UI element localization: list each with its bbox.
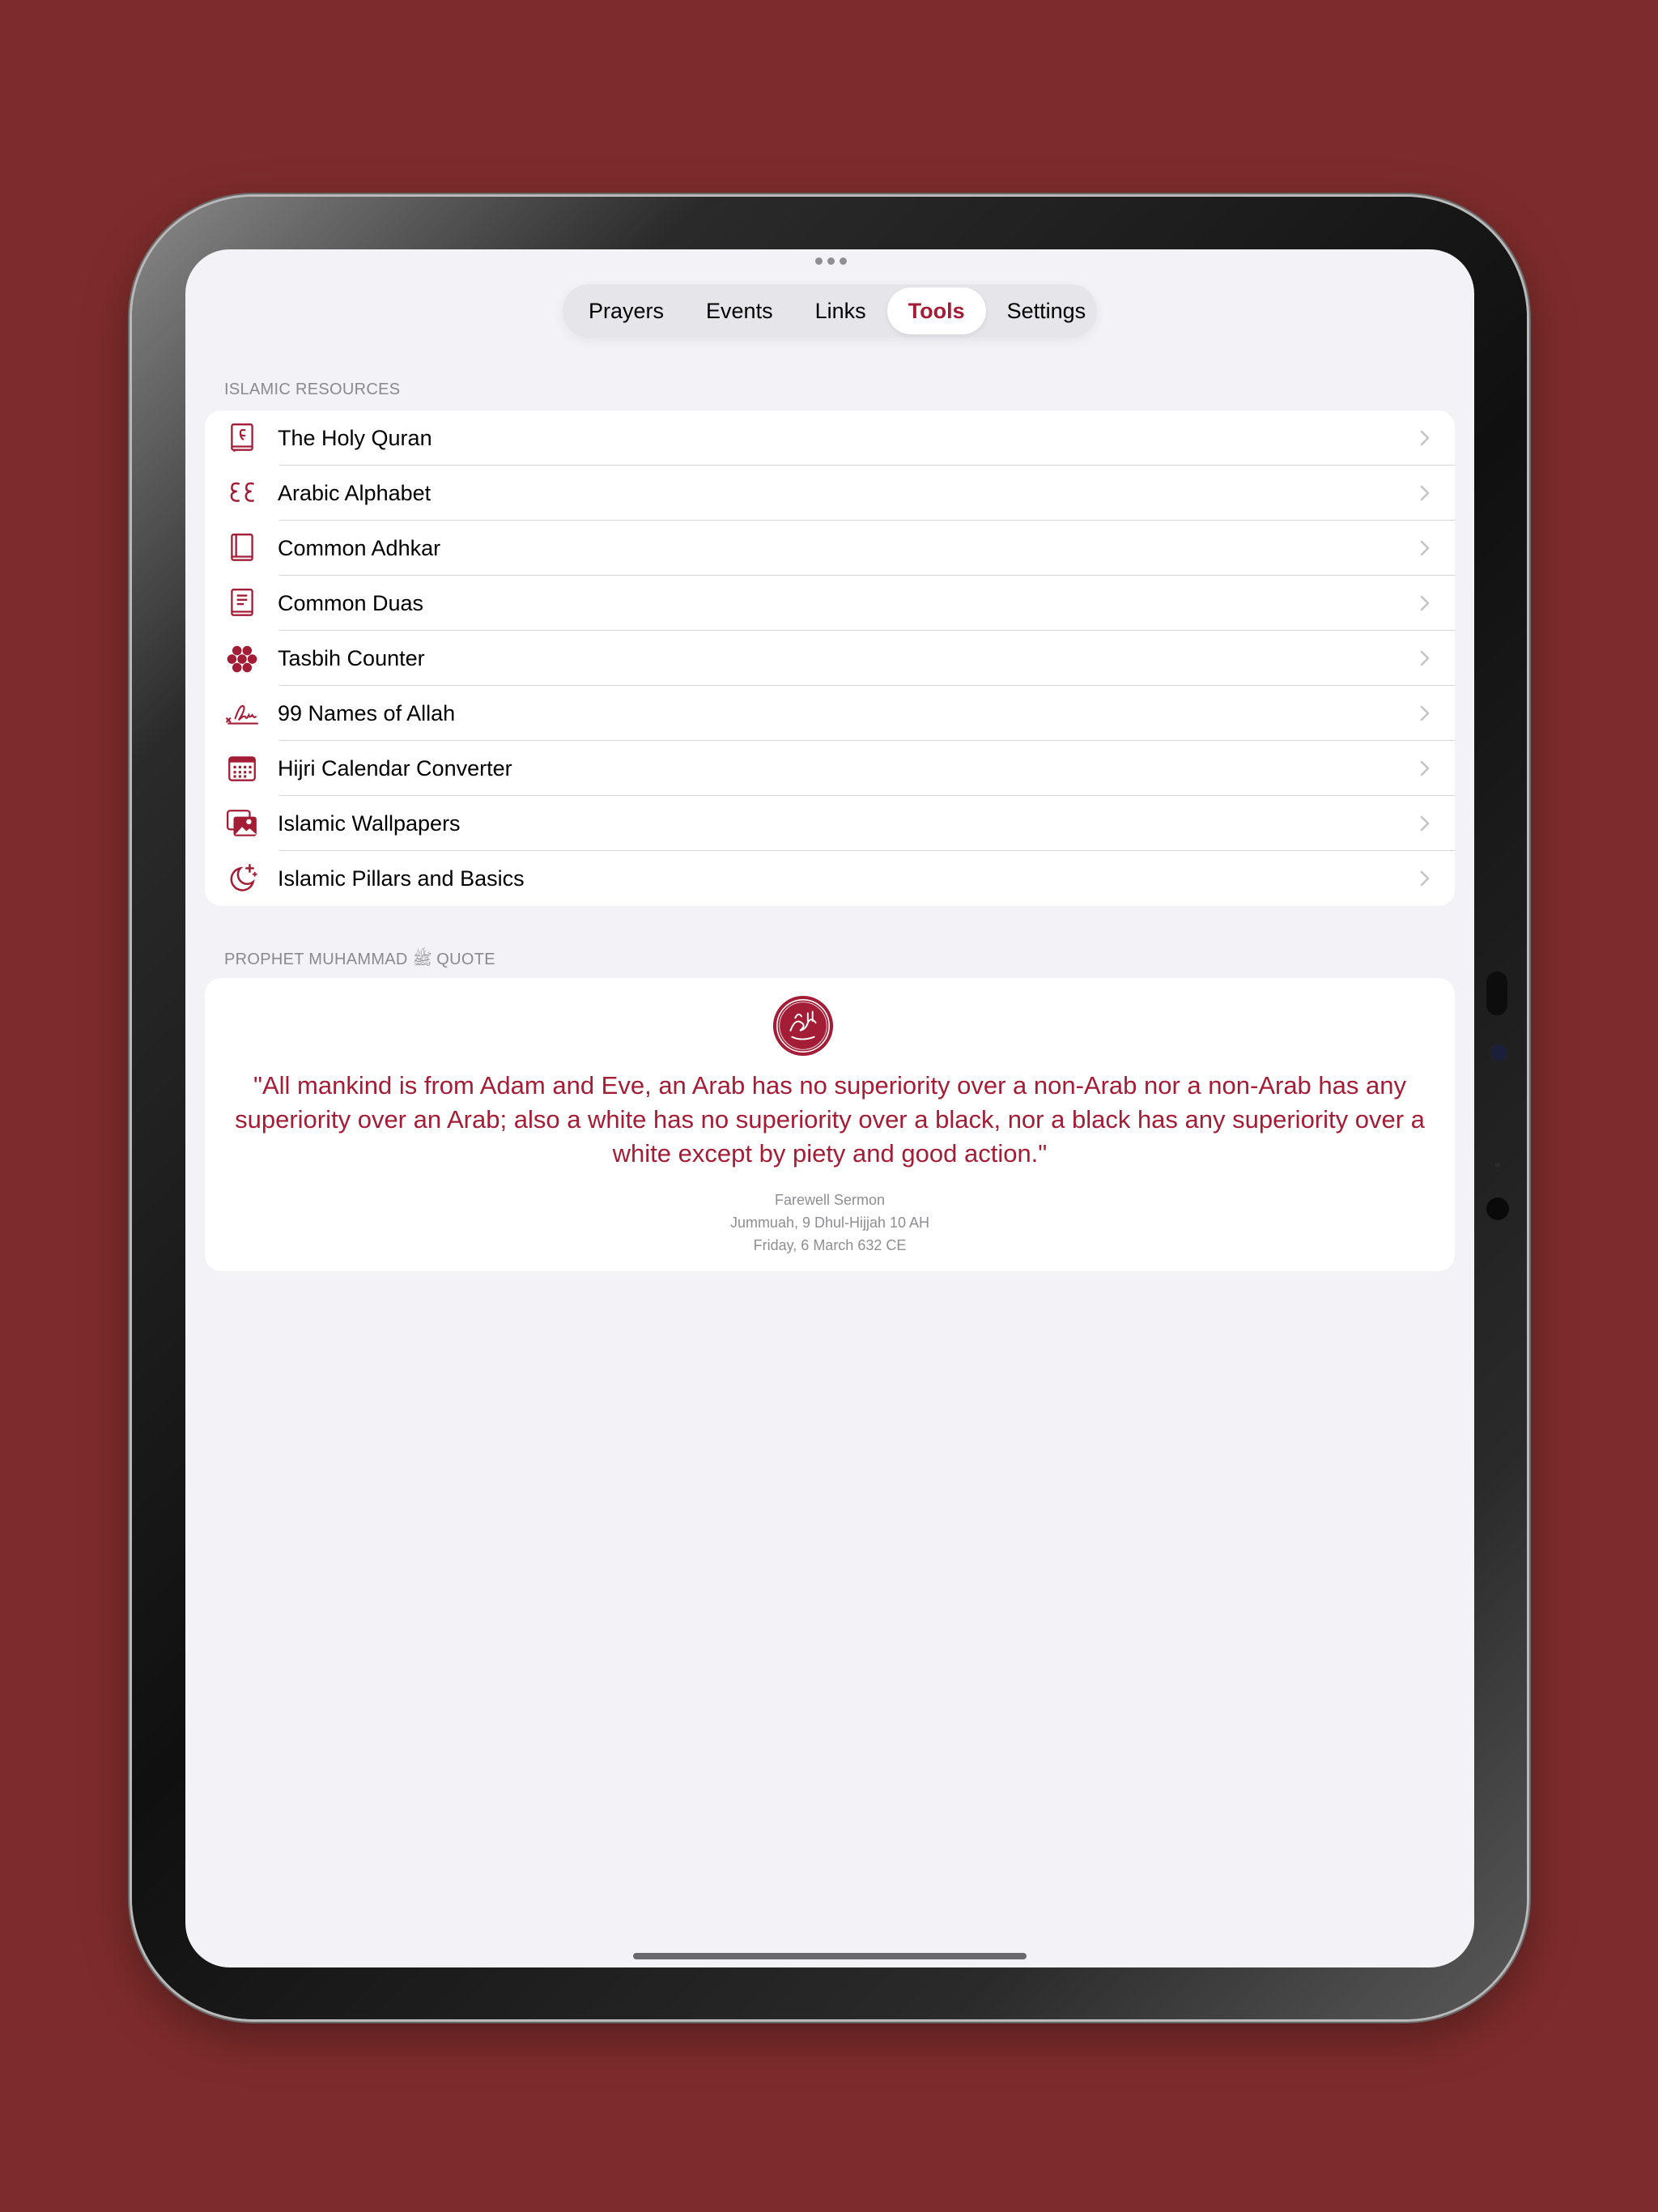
chevron-right-icon (1413, 481, 1437, 505)
app-screen: Prayers Events Links Tools Settings ISLA… (185, 249, 1474, 1967)
moon-stars-icon (223, 859, 261, 898)
tasbih-beads-icon (223, 639, 261, 678)
tab-links[interactable]: Links (794, 287, 887, 334)
quote-text: "All mankind is from Adam and Eve, an Ar… (235, 1071, 1425, 1168)
chevron-right-icon (1413, 756, 1437, 781)
list-item-common-duas[interactable]: Common Duas (205, 576, 1455, 631)
chevron-right-icon (1413, 426, 1437, 450)
list-item-holy-quran[interactable]: The Holy Quran (205, 410, 1455, 466)
tab-tools[interactable]: Tools (886, 287, 986, 334)
multitasking-grabber[interactable] (815, 257, 847, 265)
list-item-99-names[interactable]: 99 Names of Allah (205, 686, 1455, 741)
calendar-icon (223, 749, 261, 788)
home-indicator[interactable] (633, 1953, 1027, 1959)
list-item-label: Common Adhkar (278, 535, 441, 560)
list-item-tasbih-counter[interactable]: Tasbih Counter (205, 631, 1455, 686)
chevron-right-icon (1413, 536, 1437, 560)
quote-hijri-date: Jummuah, 9 Dhul-Hijjah 10 AH (729, 1214, 930, 1231)
list-item-label: Common Duas (278, 590, 424, 615)
front-camera (1486, 1197, 1509, 1220)
chevron-right-icon (1413, 646, 1437, 670)
list-item-islamic-pillars[interactable]: Islamic Pillars and Basics (205, 851, 1455, 906)
list-item-label: The Holy Quran (278, 425, 432, 450)
list-item-label: Arabic Alphabet (278, 480, 432, 505)
list-item-label: Islamic Pillars and Basics (278, 866, 525, 891)
tab-bar: Prayers Events Links Tools Settings (563, 284, 1097, 338)
tab-prayers[interactable]: Prayers (568, 287, 685, 334)
tab-settings[interactable]: Settings (986, 287, 1107, 334)
quote-source: Farewell Sermon Jummuah, 9 Dhul-Hijjah 1… (205, 1189, 1455, 1257)
photos-icon (223, 804, 261, 843)
chevron-right-icon (1413, 591, 1437, 615)
chevron-right-icon (1413, 866, 1437, 891)
arabic-letters-icon (223, 474, 261, 513)
camera-lens (1489, 1043, 1508, 1062)
book-icon (223, 529, 261, 568)
list-item-label: Tasbih Counter (278, 645, 425, 670)
text-book-icon (223, 584, 261, 623)
quote-source-title: Farewell Sermon (774, 1192, 886, 1208)
section-header-resources: ISLAMIC RESOURCES (224, 381, 401, 398)
list-item-hijri-calendar[interactable]: Hijri Calendar Converter (205, 741, 1455, 796)
tab-events[interactable]: Events (685, 287, 794, 334)
chevron-right-icon (1413, 811, 1437, 836)
quran-book-icon (223, 419, 261, 457)
signature-icon (223, 694, 261, 733)
list-item-label: Hijri Calendar Converter (278, 755, 512, 781)
section-header-quote: PROPHET MUHAMMAD ﷺ QUOTE (224, 951, 495, 968)
quote-card: "All mankind is from Adam and Eve, an Ar… (205, 978, 1455, 1271)
resources-list: The Holy Quran Arabic Alphabet Common Ad… (205, 410, 1455, 906)
list-item-islamic-wallpapers[interactable]: Islamic Wallpapers (205, 796, 1455, 851)
list-item-arabic-alphabet[interactable]: Arabic Alphabet (205, 466, 1455, 521)
list-item-common-adhkar[interactable]: Common Adhkar (205, 521, 1455, 576)
sensor-dot (1495, 1163, 1500, 1168)
volume-up-button (1486, 972, 1507, 1015)
list-item-label: 99 Names of Allah (278, 700, 456, 725)
list-item-label: Islamic Wallpapers (278, 810, 461, 836)
quote-gregorian-date: Friday, 6 March 632 CE (753, 1237, 907, 1253)
chevron-right-icon (1413, 701, 1437, 725)
prophet-seal-icon (772, 994, 835, 1057)
